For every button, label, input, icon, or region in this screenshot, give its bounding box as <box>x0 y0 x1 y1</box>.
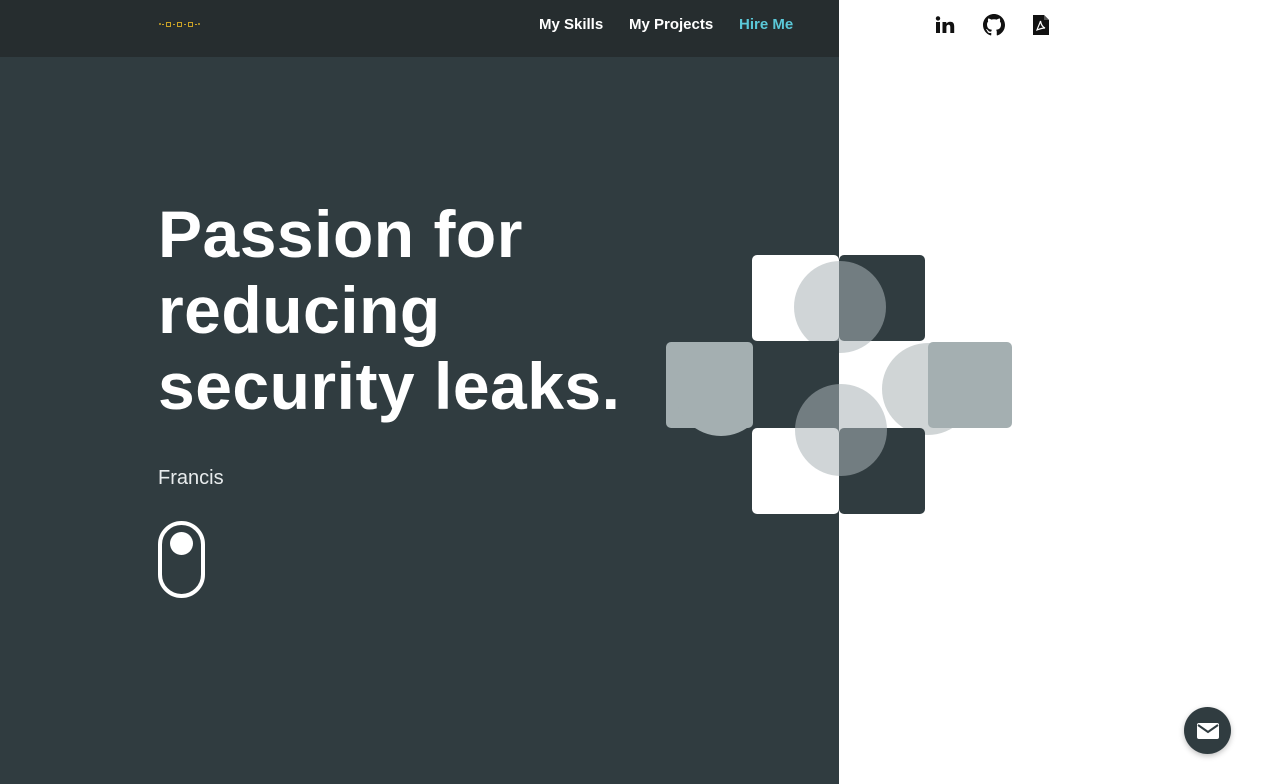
linkedin-icon[interactable] <box>933 13 957 37</box>
contact-button[interactable] <box>1184 707 1231 754</box>
art-square-bottom-right <box>839 428 925 514</box>
logo[interactable] <box>159 19 200 29</box>
art-square-right <box>928 342 1012 428</box>
nav-hire-me[interactable]: Hire Me <box>739 16 793 33</box>
scroll-mouse-icon[interactable] <box>158 521 205 598</box>
github-icon[interactable] <box>982 13 1006 37</box>
art-square-top-right <box>839 255 925 341</box>
pdf-icon[interactable] <box>1029 13 1053 37</box>
headline-line-3: security leaks. <box>158 349 621 423</box>
mouse-wheel <box>170 532 193 555</box>
author-name: Francis <box>158 467 224 489</box>
nav-my-projects[interactable]: My Projects <box>629 16 713 33</box>
headline-line-1: Passion for <box>158 197 523 271</box>
nav-my-skills[interactable]: My Skills <box>539 16 603 33</box>
hero-headline: Passion for reducing security leaks. <box>158 196 658 424</box>
envelope-icon <box>1196 722 1219 739</box>
headline-line-2: reducing <box>158 273 441 347</box>
navbar: My Skills My Projects Hire Me <box>0 0 839 57</box>
art-circle-right <box>882 343 974 435</box>
